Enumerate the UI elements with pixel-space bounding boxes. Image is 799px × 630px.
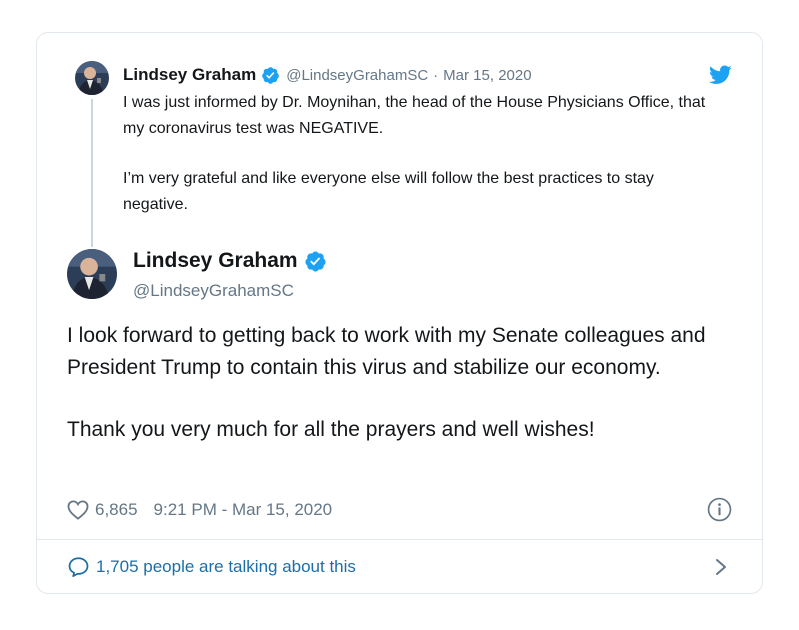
main-author-handle[interactable]: @LindseyGrahamSC — [133, 281, 294, 301]
heart-icon[interactable] — [67, 500, 89, 520]
parent-author-name[interactable]: Lindsey Graham — [123, 65, 256, 85]
main-author-avatar[interactable] — [67, 249, 117, 299]
embedded-tweet-card: Lindsey Graham @LindseyGrahamSC · Mar 15, … — [36, 32, 763, 594]
parent-paragraph: I’m very grateful and like everyone else… — [123, 170, 654, 213]
main-author-name[interactable]: Lindsey Graham — [133, 249, 298, 273]
chevron-right-icon[interactable] — [714, 557, 728, 577]
verified-badge-icon — [262, 66, 280, 84]
info-icon[interactable] — [707, 497, 732, 522]
thread-connector-line — [91, 99, 93, 247]
talking-about-text[interactable]: 1,705 people are talking about this — [96, 557, 356, 577]
meta-separator: · — [433, 66, 439, 84]
parent-date[interactable]: Mar 15, 2020 — [443, 67, 531, 84]
main-tweet-text: I look forward to getting back to work w… — [67, 320, 747, 446]
tweet-timestamp[interactable]: 9:21 PM - Mar 15, 2020 — [154, 500, 333, 520]
parent-handle-date[interactable]: @LindseyGrahamSC · Mar 15, 2020 — [286, 67, 531, 84]
parent-author-avatar[interactable] — [75, 61, 109, 95]
main-paragraph: Thank you very much for all the prayers … — [67, 418, 595, 441]
parent-tweet-text: I was just informed by Dr. Moynihan, the… — [123, 90, 723, 218]
reply-icon — [68, 557, 89, 578]
main-author-name-row: Lindsey Graham — [133, 249, 327, 273]
like-count[interactable]: 6,865 — [95, 500, 138, 520]
main-paragraph: I look forward to getting back to work w… — [67, 324, 706, 379]
tweet-stats: 6,865 9:21 PM - Mar 15, 2020 — [67, 497, 332, 523]
footer-divider — [37, 539, 762, 540]
talking-about-link[interactable]: 1,705 people are talking about this — [67, 553, 356, 581]
parent-tweet-header: Lindsey Graham @LindseyGrahamSC · Mar 15, … — [123, 63, 532, 87]
parent-paragraph: I was just informed by Dr. Moynihan, the… — [123, 94, 706, 137]
twitter-bird-icon[interactable] — [709, 65, 732, 85]
parent-handle[interactable]: @LindseyGrahamSC — [286, 67, 428, 84]
verified-badge-icon — [304, 250, 326, 272]
